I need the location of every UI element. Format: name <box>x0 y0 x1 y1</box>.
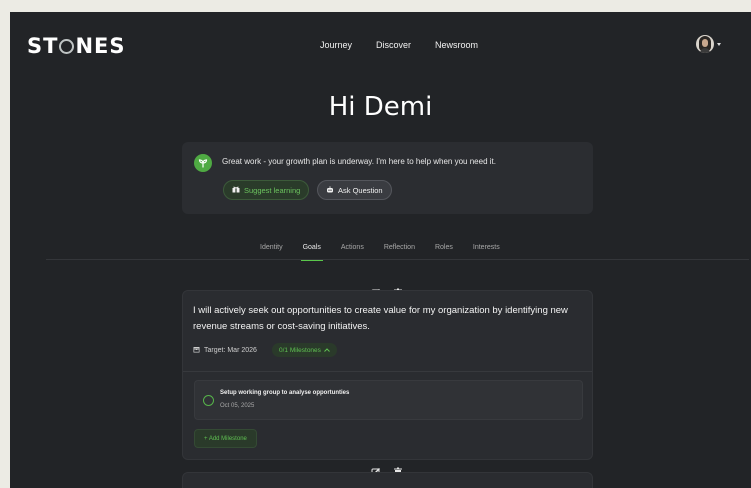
ask-question-button[interactable]: Ask Question <box>317 180 392 200</box>
goal-card: I will actively seek out opportunities t… <box>182 290 593 460</box>
user-menu[interactable] <box>696 35 721 53</box>
goal-text: I will actively seek out opportunities t… <box>193 305 568 332</box>
milestone-item: Setup working group to analyse opportunt… <box>194 380 583 420</box>
page-title: Hi Demi <box>328 92 433 122</box>
logo-text-start: ST <box>27 34 59 58</box>
milestone-date: Oct 05, 2025 <box>220 403 255 409</box>
goal-card-2 <box>182 472 593 488</box>
milestone-title: Setup working group to analyse opportunt… <box>220 390 350 396</box>
tab-divider <box>46 259 749 260</box>
milestone-checkbox[interactable] <box>203 395 214 406</box>
add-milestone-button[interactable]: + Add Milestone <box>194 429 257 448</box>
logo-text-end: NES <box>75 34 126 58</box>
chevron-up-icon <box>324 347 330 354</box>
goal-divider <box>183 371 592 372</box>
goal-target: Target: Mar 2026 <box>193 346 257 355</box>
robot-icon <box>326 185 334 195</box>
nav-journey[interactable]: Journey <box>320 40 352 50</box>
logo[interactable]: ST NES <box>27 34 126 58</box>
suggest-learning-button[interactable]: Suggest learning <box>223 180 310 200</box>
milestones-toggle[interactable]: 0/1 Milestones <box>272 343 337 357</box>
chevron-down-icon[interactable] <box>717 42 721 46</box>
nav-discover[interactable]: Discover <box>376 40 411 50</box>
nav-newsroom[interactable]: Newsroom <box>435 40 478 50</box>
avatar[interactable] <box>696 35 714 53</box>
app-window: ST NES Journey Discover Newsroom Hi Demi … <box>10 12 751 488</box>
logo-o-ring <box>59 39 75 54</box>
top-nav: Journey Discover Newsroom <box>320 40 478 50</box>
calendar-icon <box>193 346 200 355</box>
assistant-message: Great work - your growth plan is underwa… <box>222 157 496 166</box>
gift-icon <box>232 186 240 195</box>
sprout-icon <box>194 154 212 172</box>
assistant-card: Great work - your growth plan is underwa… <box>182 142 593 214</box>
